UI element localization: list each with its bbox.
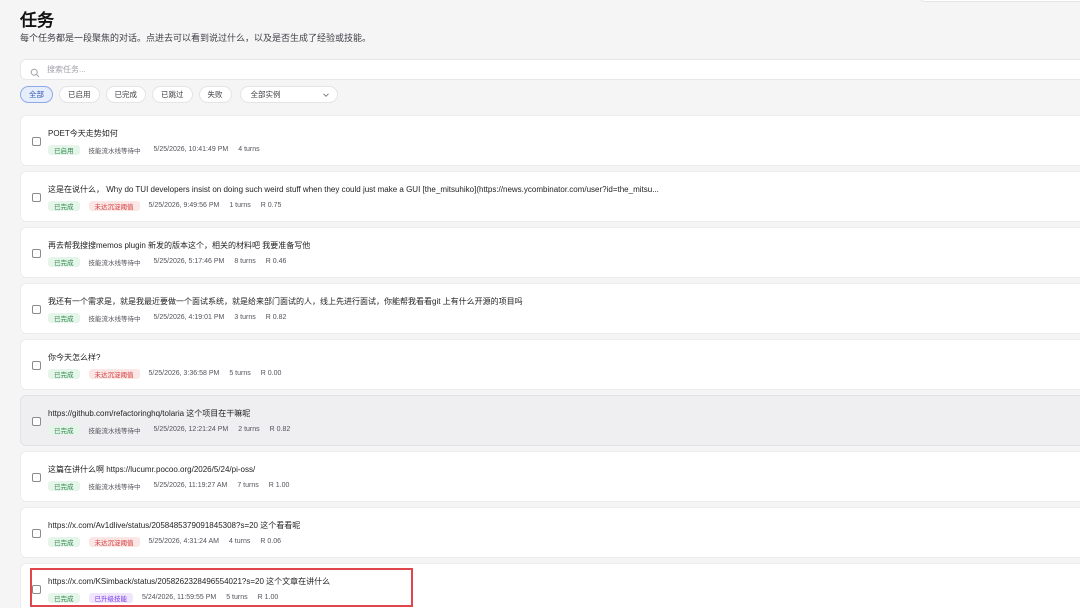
task-checkbox[interactable] [32,137,41,146]
status-badge: 已完成 [48,424,80,435]
task-title: 这篇在讲什么啊 https://lucumr.pocoo.org/2026/5/… [48,465,256,474]
task-title: 这是在说什么， Why do TUI developers insist on … [48,185,659,194]
task-meta: 已完成 未达沉淀阈值 5/25/2026, 4:31:24 AM 4 turns… [48,536,291,547]
task-turns: 4 turns [228,538,251,545]
task-score: R 1.00 [268,482,290,489]
task-title: 再去帮我搜搜memos plugin 新发的版本这个，相关的材料吧 我要准备写他 [48,241,311,250]
status-badge: 已完成 [48,480,80,491]
task-title: https://x.com/Av1dlive/status/2058485379… [48,521,301,530]
task-score: R 0.82 [269,426,291,433]
pipeline-tag: 技能流水线等待中 [88,259,141,267]
task-turns: 2 turns [238,426,260,433]
task-timestamp: 5/25/2026, 9:49:56 PM [148,202,220,209]
pipeline-tag: 技能流水线等待中 [88,147,141,155]
filter-chip-completed[interactable]: 已完成 [105,86,146,103]
status-badge: 已完成 [48,536,80,547]
pipeline-tag: 技能流水线等待中 [88,427,141,435]
task-meta: 已完成 技能流水线等待中 5/25/2026, 12:21:24 PM 2 tu… [48,424,300,435]
task-score: R 0.75 [260,202,282,209]
threshold-badge: 未达沉淀阈值 [88,200,140,211]
search-input[interactable] [47,65,947,74]
status-badge: 已完成 [48,200,80,211]
task-checkbox[interactable] [32,249,41,258]
chevron-down-icon [322,91,330,99]
task-meta: 已完成 技能流水线等待中 5/25/2026, 4:19:01 PM 3 tur… [48,312,296,323]
task-turns: 5 turns [229,370,251,377]
task-turns: 1 turns [229,202,251,209]
task-turns: 7 turns [237,482,259,489]
status-badge: 已完成 [48,256,80,267]
task-timestamp: 5/25/2026, 5:17:46 PM [153,258,225,265]
task-title: 你今天怎么样? [48,353,101,362]
task-title: 我还有一个需求是，就是我最近要做一个面试系统，就是给来部门面试的人，线上先进行面… [48,297,523,306]
threshold-badge: 未达沉淀阈值 [88,368,140,379]
task-turns: 4 turns [238,146,260,153]
filter-chip-enabled[interactable]: 已启用 [59,86,100,103]
task-card[interactable]: 再去帮我搜搜memos plugin 新发的版本这个，相关的材料吧 我要准备写他… [20,227,1080,278]
task-checkbox[interactable] [32,305,41,314]
search-icon [30,65,40,77]
task-timestamp: 5/25/2026, 3:36:58 PM [148,370,220,377]
task-meta: 已完成 技能流水线等待中 5/25/2026, 11:19:27 AM 7 tu… [48,480,299,491]
filter-chip-failed[interactable]: 失败 [198,86,232,103]
task-timestamp: 5/24/2026, 11:59:55 PM [142,594,217,601]
task-score: R 0.46 [265,258,287,265]
task-title: POET今天走势如何 [48,129,118,138]
task-checkbox[interactable] [32,361,41,370]
task-turns: 8 turns [234,258,256,265]
task-title: https://x.com/KSimback/status/2058262328… [48,577,331,586]
top-bar-edge [920,0,1080,2]
task-turns: 5 turns [226,594,248,601]
task-score: R 0.06 [260,538,281,545]
task-card[interactable]: 这篇在讲什么啊 https://lucumr.pocoo.org/2026/5/… [20,451,1080,502]
task-checkbox[interactable] [32,417,41,426]
status-badge: 已启用 [48,144,80,155]
task-card[interactable]: https://x.com/Av1dlive/status/2058485379… [20,507,1080,558]
task-meta: 已完成 未达沉淀阈值 5/25/2026, 9:49:56 PM 1 turns… [48,200,291,211]
filter-bar: 全部 已启用 已完成 已跳过 失败 全部实例 [20,86,338,103]
task-card[interactable]: 你今天怎么样? 已完成 未达沉淀阈值 5/25/2026, 3:36:58 PM… [20,339,1080,390]
page-title: 任务 [20,11,54,30]
task-checkbox[interactable] [32,585,41,594]
status-badge: 已完成 [48,312,80,323]
status-badge: 已完成 [48,368,80,379]
task-card[interactable]: POET今天走势如何 已启用 技能流水线等待中 5/25/2026, 10:41… [20,115,1080,166]
task-turns: 3 turns [234,314,256,321]
status-badge: 已完成 [48,592,80,603]
task-checkbox[interactable] [32,529,41,538]
pipeline-tag: 技能流水线等待中 [88,483,141,491]
task-timestamp: 5/25/2026, 4:31:24 AM [148,538,219,545]
task-timestamp: 5/25/2026, 11:19:27 AM [153,482,228,489]
task-score: R 0.00 [260,370,282,377]
instance-select[interactable]: 全部实例 [239,86,338,103]
threshold-badge: 未达沉淀阈值 [88,536,140,547]
pipeline-tag: 技能流水线等待中 [88,315,141,323]
task-card[interactable]: 这是在说什么， Why do TUI developers insist on … [20,171,1080,222]
skill-upgraded-badge: 已升级技能 [88,592,133,603]
task-checkbox[interactable] [32,473,41,482]
filter-chip-skipped[interactable]: 已跳过 [152,86,193,103]
instance-select-value: 全部实例 [250,90,281,99]
task-checkbox[interactable] [32,193,41,202]
task-card[interactable]: 我还有一个需求是，就是我最近要做一个面试系统，就是给来部门面试的人，线上先进行面… [20,283,1080,334]
task-timestamp: 5/25/2026, 10:41:49 PM [153,146,229,153]
task-meta: 已完成 已升级技能 5/24/2026, 11:59:55 PM 5 turns… [48,592,288,603]
search-box[interactable] [20,59,1080,80]
task-card-hovered[interactable]: https://github.com/refactoringhq/tolaria… [20,395,1080,446]
task-timestamp: 5/25/2026, 4:19:01 PM [153,314,225,321]
task-card[interactable]: https://x.com/KSimback/status/2058262328… [20,563,1080,608]
page-subtitle: 每个任务都是一段聚焦的对话。点进去可以看到说过什么，以及是否生成了经验或技能。 [20,33,372,43]
task-meta: 已完成 技能流水线等待中 5/25/2026, 5:17:46 PM 8 tur… [48,256,296,267]
task-meta: 已启用 技能流水线等待中 5/25/2026, 10:41:49 PM 4 tu… [48,144,270,155]
task-score: R 0.82 [265,314,287,321]
task-timestamp: 5/25/2026, 12:21:24 PM [153,426,229,433]
task-title: https://github.com/refactoringhq/tolaria… [48,409,251,418]
filter-chip-all[interactable]: 全部 [20,86,53,103]
task-score: R 1.00 [257,594,279,601]
task-meta: 已完成 未达沉淀阈值 5/25/2026, 3:36:58 PM 5 turns… [48,368,291,379]
